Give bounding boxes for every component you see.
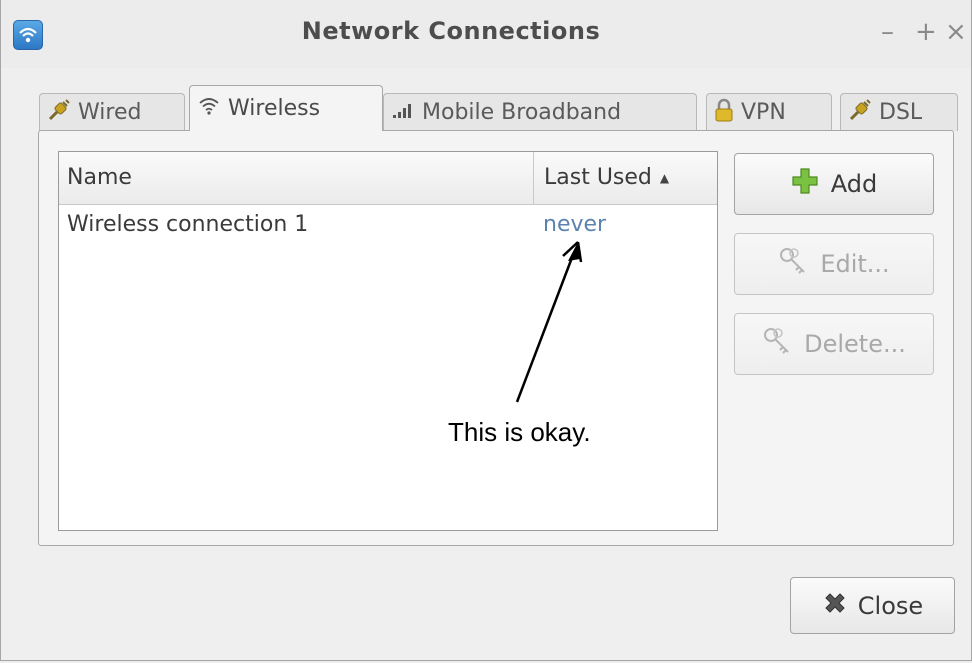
window-title: Network Connections bbox=[301, 17, 601, 45]
lock-icon bbox=[715, 98, 733, 128]
plug-icon bbox=[849, 98, 871, 127]
close-icon bbox=[822, 590, 848, 622]
tab-label: Mobile Broadband bbox=[422, 100, 622, 125]
wireless-tab-panel: Name Last Used ▲ Wireless connection 1 ne… bbox=[38, 130, 954, 546]
keys-icon bbox=[778, 246, 808, 282]
tab-label: DSL bbox=[879, 100, 923, 125]
tab-wired[interactable]: Wired bbox=[39, 93, 185, 131]
network-connections-window: Network Connections – + × Wired Wireless… bbox=[0, 0, 972, 661]
wifi-icon bbox=[198, 96, 220, 122]
tab-label: Wireless bbox=[228, 96, 321, 121]
tab-vpn[interactable]: VPN bbox=[706, 93, 832, 131]
title-bar: Network Connections – + × bbox=[1, 0, 971, 68]
add-icon bbox=[791, 167, 819, 201]
tab-label: Wired bbox=[78, 100, 142, 125]
close-label: Close bbox=[857, 591, 924, 620]
tab-wireless[interactable]: Wireless bbox=[189, 85, 383, 131]
plug-icon bbox=[48, 98, 70, 127]
keys-icon bbox=[762, 326, 792, 362]
tab-mobile-broadband[interactable]: Mobile Broadband bbox=[383, 93, 697, 131]
signal-icon bbox=[392, 100, 414, 125]
delete-label: Delete... bbox=[804, 330, 906, 358]
connection-list[interactable]: Name Last Used ▲ Wireless connection 1 ne… bbox=[58, 151, 718, 531]
edit-label: Edit... bbox=[820, 250, 890, 278]
add-button[interactable]: Add bbox=[734, 153, 934, 215]
add-label: Add bbox=[830, 170, 878, 198]
maximize-button[interactable]: + bbox=[915, 18, 937, 46]
edit-button[interactable]: Edit... bbox=[734, 233, 934, 295]
tab-bar: Wired Wireless Mobile Broadband VPN DSL bbox=[39, 85, 959, 131]
tab-dsl[interactable]: DSL bbox=[840, 93, 958, 131]
annotation-arrow bbox=[515, 241, 583, 403]
close-button[interactable]: Close bbox=[790, 577, 955, 634]
minimize-button[interactable]: – bbox=[881, 18, 894, 46]
delete-button[interactable]: Delete... bbox=[734, 313, 934, 375]
close-window-button[interactable]: × bbox=[945, 18, 967, 46]
annotation-text: This is okay. bbox=[448, 417, 591, 447]
tab-label: VPN bbox=[741, 100, 786, 125]
